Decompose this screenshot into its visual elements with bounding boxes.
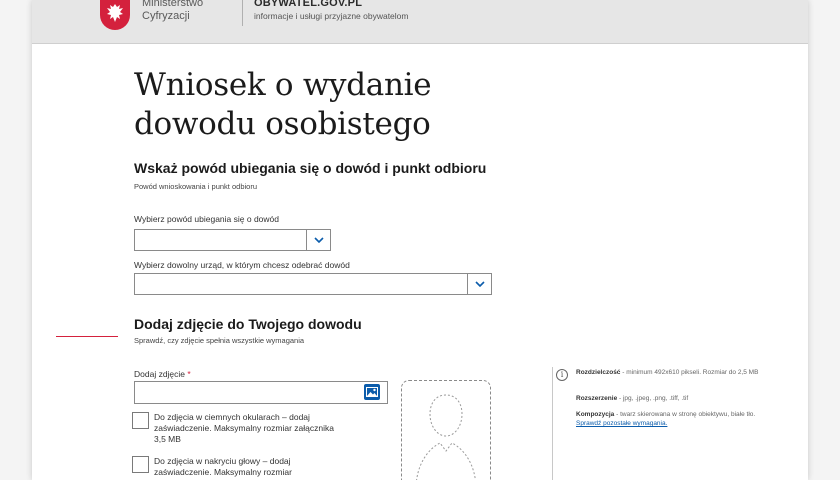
reason-label: Wybierz powód ubiegania się o dowód xyxy=(134,214,279,224)
requirement-title: Kompozycja xyxy=(576,411,615,418)
eagle-emblem-icon[interactable] xyxy=(100,0,130,30)
header-divider xyxy=(242,0,243,26)
requirement-resolution: Rozdzielczość - minimum 492x610 pikseli.… xyxy=(576,368,761,377)
reason-select[interactable] xyxy=(134,229,331,251)
form-page: Ministerstwo Cyfryzacji OBYWATEL.GOV.PL … xyxy=(32,0,808,480)
photo-label: Dodaj zdjęcie * xyxy=(134,369,191,379)
portal-tagline: informacje i usługi przyjazne obywatelom xyxy=(254,11,409,21)
sunglasses-checkbox[interactable] xyxy=(132,412,149,429)
portal-logo[interactable]: OBYWATEL.GOV.PL informacje i usługi przy… xyxy=(254,0,409,22)
requirement-title: Rozszerzenie xyxy=(576,395,618,402)
requirement-text: - jpg, .jpeg, .png, .tiff, .tif xyxy=(617,395,689,402)
requirement-extension: Rozszerzenie - jpg, .jpeg, .png, .tiff, … xyxy=(576,394,761,403)
photo-placeholder xyxy=(401,380,491,480)
office-label: Wybierz dowolny urząd, w którym chcesz o… xyxy=(134,260,350,270)
chevron-down-icon[interactable] xyxy=(306,230,330,250)
section-subheading-reason: Powód wnioskowania i punkt odbioru xyxy=(134,182,257,191)
requirement-composition: Kompozycja - twarz skierowana w stronę o… xyxy=(576,410,761,428)
requirement-title: Rozdzielczość xyxy=(576,369,621,376)
more-requirements-link[interactable]: Sprawdź pozostałe wymagania. xyxy=(576,420,667,427)
site-header: Ministerstwo Cyfryzacji OBYWATEL.GOV.PL … xyxy=(32,0,808,44)
page-title-line-1: Wniosek o wydanie xyxy=(134,67,432,103)
page-title-line-2: dowodu osobistego xyxy=(134,106,431,142)
portal-name: OBYWATEL.GOV.PL xyxy=(254,0,363,9)
chevron-down-icon[interactable] xyxy=(467,274,491,294)
image-upload-icon[interactable] xyxy=(364,384,380,400)
section-accent-line xyxy=(56,336,118,337)
headwear-checkbox-label[interactable]: Do zdjęcia w nakryciu głowy – dodaj zaśw… xyxy=(154,456,344,478)
background-right xyxy=(808,0,840,480)
page-title: Wniosek o wydanie dowodu osobistego xyxy=(134,66,432,144)
photo-file-input[interactable] xyxy=(134,381,388,404)
person-silhouette-icon xyxy=(416,394,476,480)
requirement-text: - minimum 492x610 pikseli. Rozmiar do 2,… xyxy=(620,369,759,376)
ministry-name[interactable]: Ministerstwo Cyfryzacji xyxy=(142,0,203,23)
requirement-text: - twarz skierowana w stronę obiektywu, b… xyxy=(614,411,756,418)
background-left xyxy=(0,0,32,480)
info-icon: i xyxy=(556,369,568,381)
ministry-line-1: Ministerstwo xyxy=(142,0,204,9)
headwear-checkbox[interactable] xyxy=(132,456,149,473)
ministry-line-2: Cyfryzacji xyxy=(142,10,190,22)
section-heading-photo: Dodaj zdjęcie do Twojego dowodu xyxy=(134,316,362,332)
photo-label-text: Dodaj zdjęcie xyxy=(134,369,186,379)
section-subheading-photo: Sprawdź, czy zdjęcie spełnia wszystkie w… xyxy=(134,336,305,345)
sunglasses-checkbox-label[interactable]: Do zdjęcia w ciemnych okularach – dodaj … xyxy=(154,412,344,445)
office-select[interactable] xyxy=(134,273,492,295)
required-mark: * xyxy=(187,369,191,379)
section-heading-reason: Wskaż powód ubiegania się o dowód i punk… xyxy=(134,160,487,176)
